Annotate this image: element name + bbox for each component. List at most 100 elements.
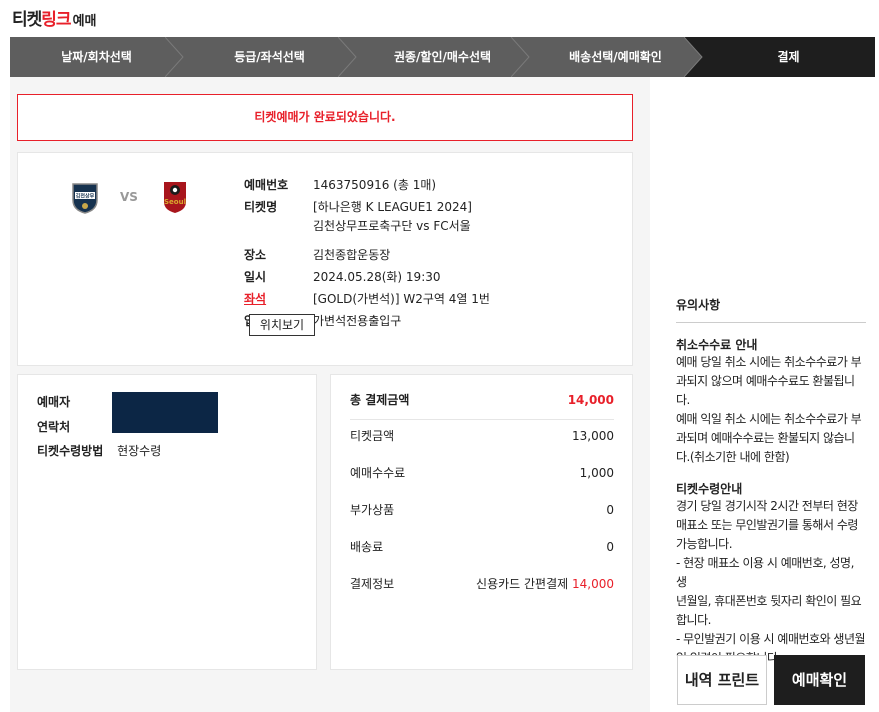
booking-details: 예매번호 1463750916 (총 1매) 티켓명 [하나은행 K LEAGU… [244, 176, 624, 334]
buyer-info-card: 예매자 연락처 티켓수령방법 현장수령 [17, 374, 317, 670]
step-discount: 권종/할인/매수선택 [356, 37, 530, 77]
notice-line: 다. [676, 393, 690, 407]
payment-amount: 14,000 [572, 577, 614, 591]
print-history-button[interactable]: 내역 프린트 [677, 655, 767, 705]
step-date: 날짜/회차선택 [10, 37, 184, 77]
extra-value: 0 [606, 503, 614, 517]
fcseoul-emblem-text: Seoul [164, 198, 186, 206]
step-chevron-icon [165, 37, 184, 77]
venue-label: 장소 [244, 248, 267, 262]
ticketlink-logo[interactable]: 티켓 링크 예매 [12, 5, 97, 30]
notice-line: 경기 당일 경기시작 2시간 전부터 현장 [676, 499, 858, 513]
venue-value: 김천종합운동장 [313, 248, 391, 262]
step-date-label: 날짜/회차선택 [61, 50, 132, 64]
notice-line: - 무인발권기 이용 시 예매번호와 생년월 [676, 632, 866, 646]
fcseoul-emblem-icon: Seoul [163, 182, 186, 213]
main-content: 티켓예매가 완료되었습니다. 김천상무 VS Seoul 예매번호 146375… [10, 77, 650, 712]
buyer-contact-label: 연락처 [37, 420, 71, 434]
payment-delivery-row: 배송료 0 [350, 538, 614, 556]
delivery-label: 배송료 [350, 540, 384, 554]
step-delivery-label: 배송선택/예매확인 [569, 50, 662, 64]
notice-line: 과되며 예매수수료는 환불되지 않습니 [676, 431, 855, 445]
notice-line: 가능합니다. [676, 537, 733, 551]
booking-no-value: 1463750916 (총 1매) [313, 178, 437, 192]
notice-line: 합니다. [676, 613, 711, 627]
receive-guide-title: 티켓수령안내 [676, 482, 743, 496]
total-label: 총 결제금액 [350, 393, 410, 407]
notice-section: 유의사항 취소수수료 안내 예매 당일 취소 시에는 취소수수료가 부 과되지 … [676, 296, 866, 668]
receive-method-label: 티켓수령방법 [37, 444, 104, 458]
notice-line: 년월일, 휴대폰번호 뒷자리 확인이 필요 [676, 594, 862, 608]
detail-ticket-name: 티켓명 [하나은행 K LEAGUE1 2024] 김천상무프로축구단 vs F… [244, 198, 624, 236]
detail-datetime: 일시 2024.05.28(화) 19:30 [244, 268, 624, 287]
ticket-name-value: [하나은행 K LEAGUE1 2024] 김천상무프로축구단 vs FC서울 [313, 198, 472, 236]
fee-value: 1,000 [579, 466, 614, 480]
notice-line: - 현장 매표소 이용 시 예매번호, 성명, 생 [676, 556, 854, 589]
booking-confirm-button[interactable]: 예매확인 [774, 655, 865, 705]
notice-line: 예매 당일 취소 시에는 취소수수료가 부 [676, 355, 862, 369]
step-chevron-icon [338, 37, 357, 77]
receive-method-value: 현장수령 [117, 444, 162, 458]
step-seat: 등급/좌석선택 [183, 37, 357, 77]
payment-method: 신용카드 간편결제 [476, 577, 569, 591]
datetime-value: 2024.05.28(화) 19:30 [313, 270, 441, 284]
seat-location-link[interactable]: 좌석 [244, 290, 313, 309]
payment-info-row: 결제정보 신용카드 간편결제 14,000 [350, 575, 614, 593]
step-discount-label: 권종/할인/매수선택 [393, 50, 492, 64]
notice-line: 다.(취소기한 내에 한함) [676, 450, 790, 464]
booking-info-card: 김천상무 VS Seoul 예매번호 1463750916 (총 1매) 티켓명… [17, 152, 633, 366]
payment-divider [350, 419, 614, 420]
seat-value: [GOLD(가변석)] W2구역 4열 1번 [313, 292, 490, 306]
detail-booking-no: 예매번호 1463750916 (총 1매) [244, 176, 624, 195]
total-value: 14,000 [567, 393, 614, 407]
gate-value: 가변석전용출입구 [313, 314, 402, 328]
cancel-fee-text: 예매 당일 취소 시에는 취소수수료가 부 과되지 않으며 예매수수료도 환불됩… [676, 353, 866, 467]
buyer-name-row: 예매자 [37, 393, 70, 411]
gimcheon-emblem-text: 김천상무 [76, 193, 95, 200]
ticket-name-line1: [하나은행 K LEAGUE1 2024] [313, 200, 472, 214]
notice-title: 유의사항 [676, 296, 866, 323]
step-seat-label: 등급/좌석선택 [234, 50, 305, 64]
notice-line: 예매 익일 취소 시에는 취소수수료가 부 [676, 412, 862, 426]
ticket-price-label: 티켓금액 [350, 429, 395, 443]
payment-fee-row: 예매수수료 1,000 [350, 464, 614, 482]
step-payment: 결제 [702, 37, 875, 77]
receive-guide-text: 경기 당일 경기시작 2시간 전부터 현장 매표소 또는 무인발권기를 통해서 … [676, 497, 866, 668]
datetime-label: 일시 [244, 270, 267, 284]
notice-gap [676, 467, 866, 481]
detail-seat: 좌석 [GOLD(가변석)] W2구역 4열 1번 [244, 290, 624, 309]
buyer-contact-row: 연락처 [37, 418, 70, 436]
buyer-name-label: 예매자 [37, 395, 71, 409]
payment-total-row: 총 결제금액 14,000 [350, 391, 614, 409]
logo-text-ticket: 티켓 [12, 10, 42, 30]
view-location-tooltip[interactable]: 위치보기 [249, 314, 315, 336]
payment-info-value: 신용카드 간편결제 14,000 [476, 575, 614, 593]
notice-line: 과되지 않으며 예매수수료도 환불됩니 [676, 374, 855, 388]
payment-summary-card: 총 결제금액 14,000 티켓금액 13,000 예매수수료 1,000 부가… [330, 374, 633, 670]
step-payment-label: 결제 [777, 50, 800, 64]
ticket-price-value: 13,000 [572, 429, 614, 443]
notice-line: 매표소 또는 무인발권기를 통해서 수령 [676, 518, 858, 532]
logo-text-booking: 예매 [72, 14, 97, 29]
vs-label: VS [120, 190, 138, 204]
logo-text-link: 링크 [41, 10, 71, 30]
booking-complete-message: 티켓예매가 완료되었습니다. [17, 94, 633, 141]
extra-label: 부가상품 [350, 503, 395, 517]
side-panel: 유의사항 취소수수료 안내 예매 당일 취소 시에는 취소수수료가 부 과되지 … [650, 77, 875, 712]
detail-venue: 장소 김천종합운동장 [244, 246, 624, 265]
redacted-buyer-info [112, 392, 218, 433]
payment-ticket-row: 티켓금액 13,000 [350, 427, 614, 445]
cancel-fee-title: 취소수수료 안내 [676, 338, 758, 352]
delivery-value: 0 [606, 540, 614, 554]
fee-label: 예매수수료 [350, 466, 406, 480]
booking-no-label: 예매번호 [244, 178, 289, 192]
payment-info-label: 결제정보 [350, 577, 395, 591]
step-chevron-icon [511, 37, 530, 77]
ticket-name-line2: 김천상무프로축구단 vs FC서울 [313, 219, 471, 233]
ticket-name-label: 티켓명 [244, 200, 278, 214]
step-delivery: 배송선택/예매확인 [529, 37, 704, 77]
payment-extra-row: 부가상품 0 [350, 501, 614, 519]
receive-method-row: 티켓수령방법 현장수령 [37, 442, 161, 460]
booking-steps: 날짜/회차선택 등급/좌석선택 권종/할인/매수선택 배송선택/예매확인 결제 [10, 37, 875, 77]
match-teams: 김천상무 VS Seoul [70, 180, 190, 214]
